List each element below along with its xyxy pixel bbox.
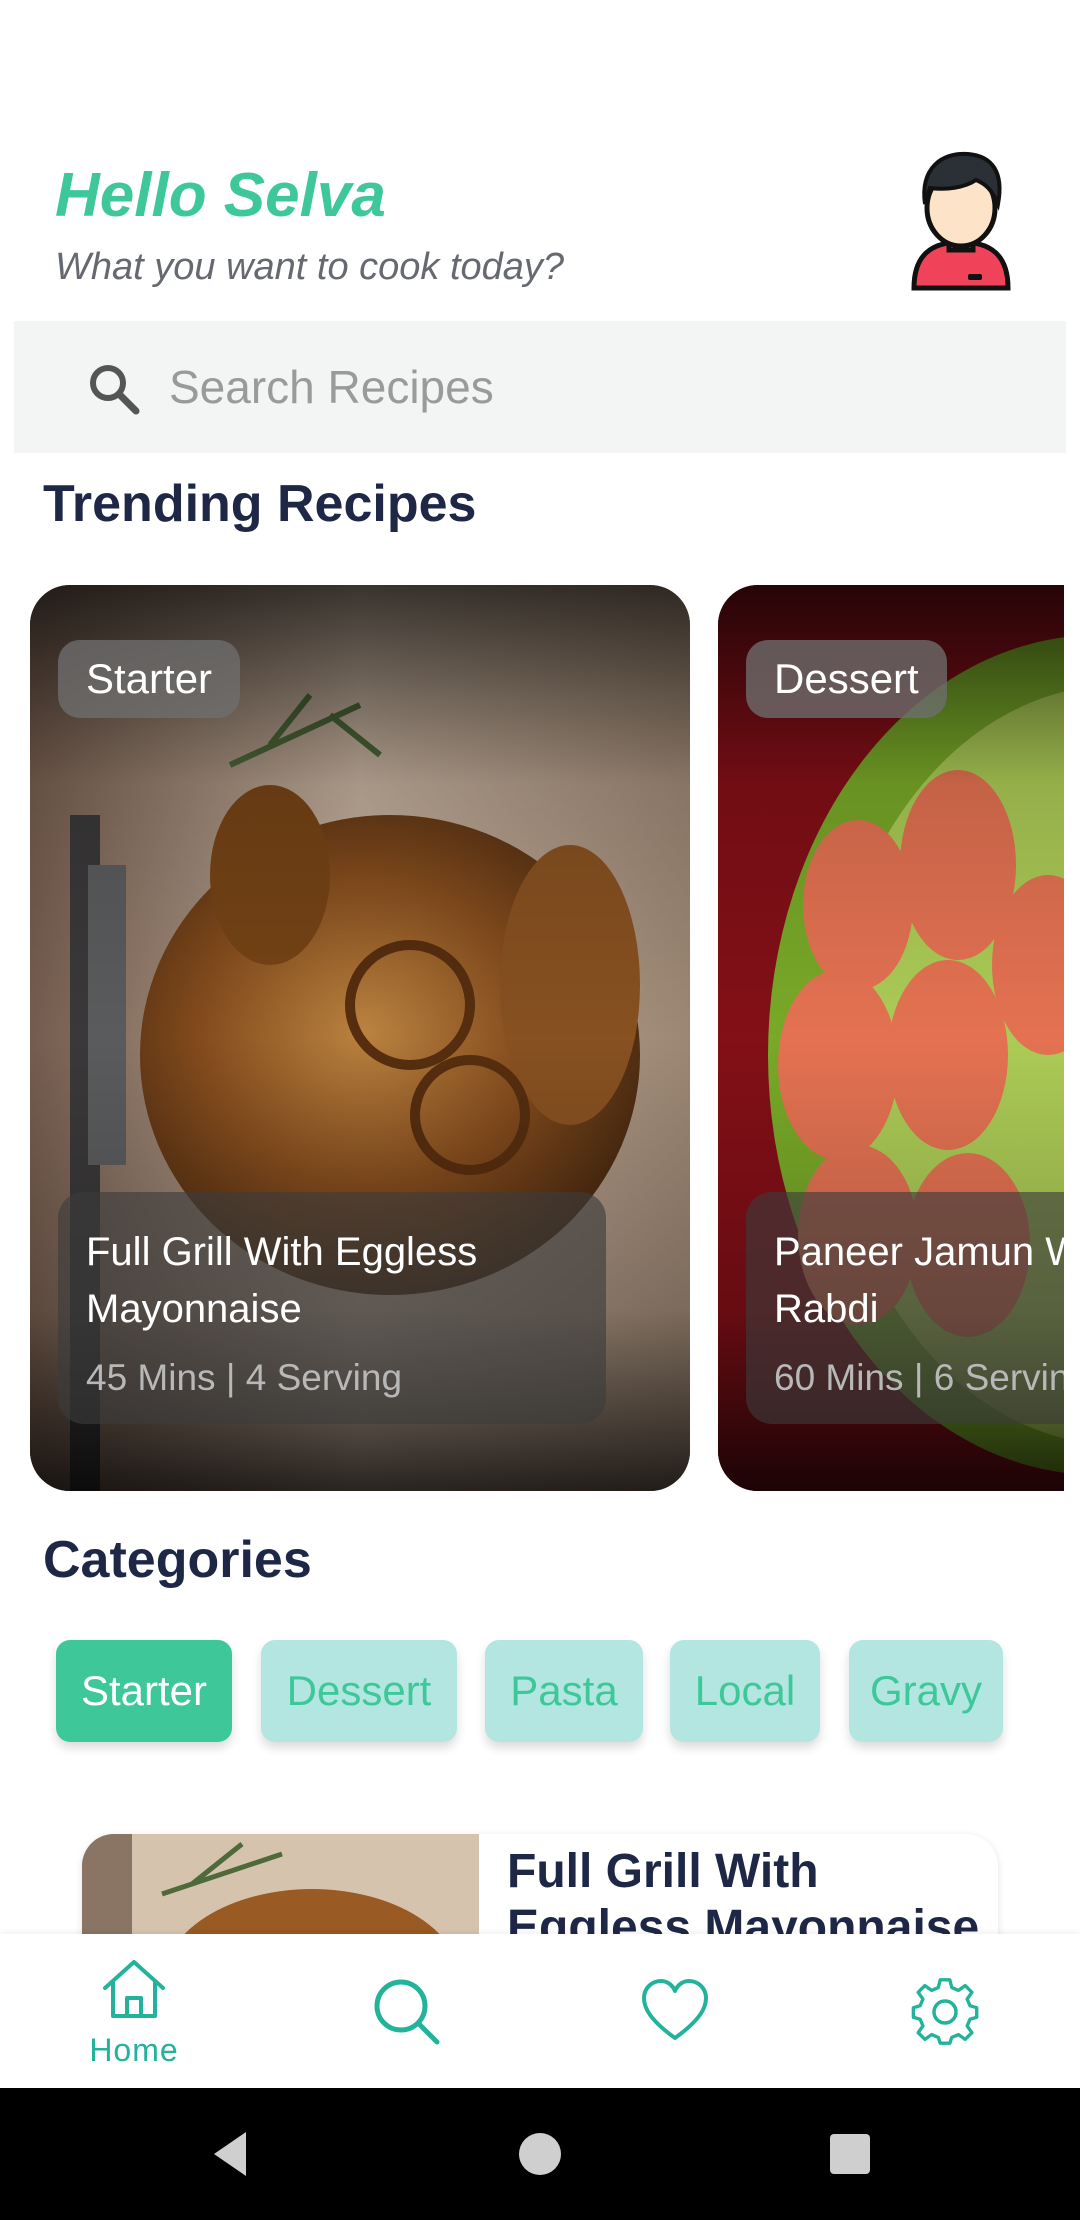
recents-icon[interactable] xyxy=(820,2124,880,2184)
recipe-title: Paneer Jamun With Milk Rabdi xyxy=(774,1230,1064,1331)
back-icon[interactable] xyxy=(200,2124,260,2184)
recipe-info-panel: Paneer Jamun With Milk Rabdi 60 Mins | 6… xyxy=(746,1192,1064,1424)
chip-starter[interactable]: Starter xyxy=(56,1640,232,1742)
recipe-title: Full Grill With Eggless Mayonnaise xyxy=(86,1230,478,1331)
nav-home[interactable]: Home xyxy=(54,1934,214,2088)
home-icon xyxy=(103,1960,165,2018)
chip-pasta[interactable]: Pasta xyxy=(485,1640,643,1742)
trending-title: Trending Recipes xyxy=(43,475,477,533)
category-badge: Starter xyxy=(58,640,241,718)
recipe-meta: 45 Mins | 4 Serving xyxy=(86,1357,403,1398)
nav-search[interactable] xyxy=(326,1934,486,2088)
recipe-meta: 60 Mins | 6 Serving xyxy=(774,1357,1064,1398)
nav-favorites[interactable] xyxy=(595,1934,755,2088)
home-button-icon[interactable] xyxy=(510,2124,570,2184)
avatar-icon xyxy=(911,151,1011,291)
recipe-info-panel: Full Grill With Eggless Mayonnaise 45 Mi… xyxy=(58,1192,606,1424)
header: Hello Selva What you want to cook today? xyxy=(0,0,1080,320)
chip-dessert[interactable]: Dessert xyxy=(261,1640,457,1742)
gear-icon xyxy=(911,1978,979,2045)
chip-gravy[interactable]: Gravy xyxy=(849,1640,1003,1742)
avatar[interactable] xyxy=(906,146,1016,291)
category-chips: Starter Dessert Pasta Local Gravy xyxy=(44,1630,1054,1756)
trending-carousel[interactable]: Starter Full Grill With Eggless Mayonnai… xyxy=(0,585,1064,1493)
search-icon xyxy=(90,365,140,415)
search-input[interactable] xyxy=(169,349,1029,425)
nav-home-label: Home xyxy=(89,2032,179,2068)
nav-settings[interactable] xyxy=(865,1934,1025,2088)
chip-local[interactable]: Local xyxy=(670,1640,820,1742)
greeting: Hello Selva xyxy=(55,161,386,230)
heart-icon xyxy=(642,1979,708,2040)
system-nav-bar xyxy=(0,2088,1080,2220)
trending-card[interactable]: Dessert Paneer Jamun With Milk Rabdi 60 … xyxy=(718,585,1064,1491)
search-icon xyxy=(374,1979,440,2045)
categories-title: Categories xyxy=(43,1531,312,1589)
greeting-subtitle: What you want to cook today? xyxy=(55,246,565,288)
trending-card[interactable]: Starter Full Grill With Eggless Mayonnai… xyxy=(30,585,690,1491)
search-bar[interactable] xyxy=(14,321,1066,453)
bottom-nav: Home xyxy=(0,1934,1080,2088)
category-badge: Dessert xyxy=(746,640,947,718)
